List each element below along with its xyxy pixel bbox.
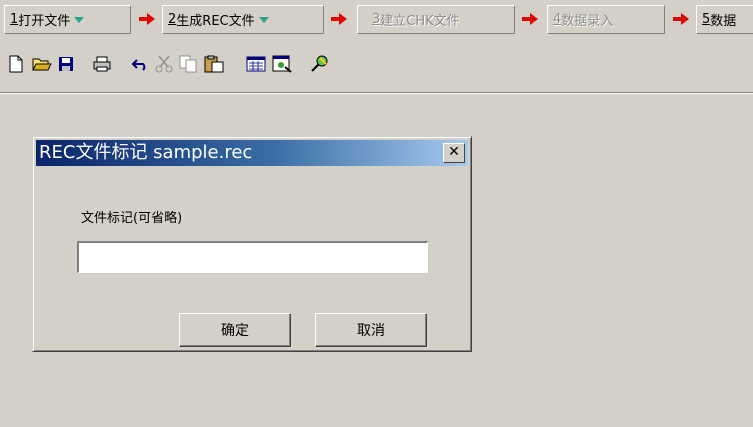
- step-number: 2: [168, 12, 177, 27]
- step-number: 5: [702, 12, 711, 27]
- window-icon[interactable]: [272, 54, 292, 74]
- next-step-arrow-icon: [139, 13, 155, 25]
- step-number: 3: [372, 12, 381, 27]
- file-mark-label: 文件标记(可省略): [81, 211, 183, 226]
- paste-icon[interactable]: [204, 54, 224, 74]
- cancel-button[interactable]: 取消: [315, 313, 427, 347]
- dropdown-triangle-icon[interactable]: [74, 16, 85, 23]
- workflow-step-bar: 1 打开文件 2 生成REC文件 3 建立CHK文件 4 数据录入 5 数据: [0, 0, 753, 40]
- toolbar: [0, 40, 753, 92]
- next-step-arrow-icon: [673, 13, 689, 25]
- cut-icon[interactable]: [154, 54, 174, 74]
- open-folder-icon[interactable]: [32, 54, 52, 74]
- undo-icon[interactable]: [130, 54, 150, 74]
- step-label: 生成REC文件: [176, 14, 255, 29]
- step-data-entry[interactable]: 4 数据录入: [547, 5, 665, 34]
- step-label: 数据录入: [561, 14, 614, 29]
- print-icon[interactable]: [92, 54, 112, 74]
- step-build-chk[interactable]: 3 建立CHK文件: [357, 5, 515, 34]
- step-label: 建立CHK文件: [380, 14, 460, 29]
- calculator-icon[interactable]: [246, 54, 266, 74]
- cancel-button-label: 取消: [357, 323, 385, 339]
- copy-icon[interactable]: [178, 54, 198, 74]
- next-step-arrow-icon: [331, 13, 347, 25]
- step-open-file[interactable]: 1 打开文件: [4, 5, 131, 34]
- ok-button[interactable]: 确定: [179, 313, 291, 347]
- step-number: 1: [10, 12, 19, 27]
- save-disk-icon[interactable]: [56, 54, 76, 74]
- rec-file-mark-dialog: REC文件标记 sample.rec ✕ 文件标记(可省略) 确定 取消: [32, 136, 472, 352]
- toolbar-separator: [0, 92, 753, 94]
- step-label: 打开文件: [18, 14, 71, 29]
- file-mark-input[interactable]: [77, 241, 428, 273]
- step-data[interactable]: 5 数据: [696, 5, 753, 34]
- dropper-icon[interactable]: [310, 54, 330, 74]
- step-label: 数据: [710, 14, 737, 29]
- step-number: 4: [553, 12, 562, 27]
- dialog-title: REC文件标记 sample.rec: [39, 142, 253, 163]
- close-button[interactable]: ✕: [443, 143, 465, 163]
- next-step-arrow-icon: [522, 13, 538, 25]
- dialog-titlebar[interactable]: REC文件标记 sample.rec ✕: [36, 140, 468, 166]
- new-file-icon[interactable]: [6, 54, 26, 74]
- ok-button-label: 确定: [221, 323, 249, 339]
- close-icon: ✕: [448, 144, 460, 160]
- step-generate-rec[interactable]: 2 生成REC文件: [162, 5, 324, 34]
- dropdown-triangle-icon[interactable]: [258, 16, 269, 23]
